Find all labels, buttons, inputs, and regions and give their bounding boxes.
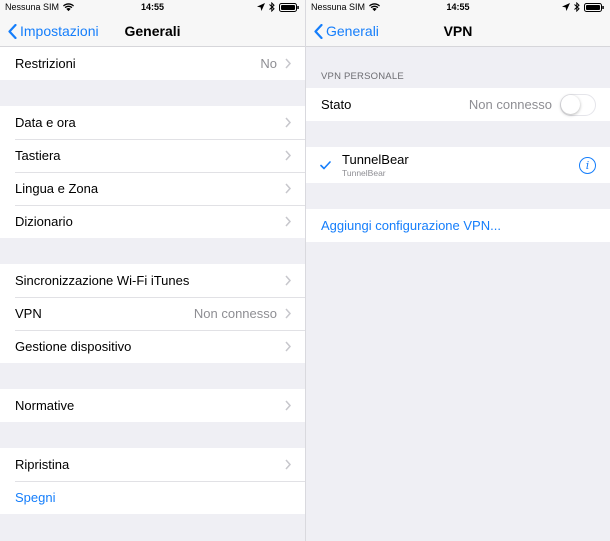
settings-group-restrictions: Restrizioni No	[0, 47, 305, 80]
row-label: Data e ora	[15, 115, 76, 130]
bluetooth-icon	[574, 2, 580, 12]
row-value: Non connesso	[468, 97, 552, 112]
chevron-right-icon	[285, 150, 291, 161]
row-label: Aggiungi configurazione VPN...	[321, 218, 501, 233]
vpn-settings-screen: Nessuna SIM 14:55 Generali VPN VPN PERSO…	[305, 0, 610, 541]
status-bar: Nessuna SIM 14:55	[0, 0, 305, 14]
chevron-right-icon	[285, 216, 291, 227]
row-label: Normative	[15, 398, 75, 413]
battery-icon	[279, 2, 299, 12]
location-icon	[562, 3, 570, 11]
vpn-config-group: TunnelBear TunnelBear i	[306, 147, 610, 183]
row-label: Dizionario	[15, 214, 73, 229]
add-vpn-configuration-link[interactable]: Aggiungi configurazione VPN...	[306, 209, 610, 242]
row-value: No	[260, 56, 277, 71]
add-vpn-group: Aggiungi configurazione VPN...	[306, 209, 610, 242]
row-label: Ripristina	[15, 457, 70, 472]
row-tastiera[interactable]: Tastiera	[0, 139, 305, 172]
status-bar: Nessuna SIM 14:55	[306, 0, 610, 14]
row-label: Restrizioni	[15, 56, 76, 71]
chevron-right-icon	[285, 58, 291, 69]
shutdown-button[interactable]: Spegni	[0, 481, 305, 514]
bluetooth-icon	[269, 2, 275, 12]
settings-group-connectivity: Sincronizzazione Wi-Fi iTunes VPN Non co…	[0, 264, 305, 363]
status-icons	[562, 2, 604, 12]
page-title: Generali	[124, 23, 181, 39]
info-icon[interactable]: i	[579, 156, 596, 174]
chevron-right-icon	[285, 341, 291, 352]
row-lingua-e-zona[interactable]: Lingua e Zona	[0, 172, 305, 205]
navigation-bar: Impostazioni Generali	[0, 14, 305, 47]
row-gestione-dispositivo[interactable]: Gestione dispositivo	[0, 330, 305, 363]
row-ripristina[interactable]: Ripristina	[0, 448, 305, 481]
section-header-vpn-personale: VPN PERSONALE	[321, 71, 404, 82]
row-label: Lingua e Zona	[15, 181, 99, 196]
row-value: Non connesso	[193, 306, 277, 321]
chevron-right-icon	[285, 275, 291, 286]
toggle-knob	[561, 94, 580, 114]
general-settings-screen: Nessuna SIM 14:55 Impostazioni Generali …	[0, 0, 305, 541]
chevron-right-icon	[285, 400, 291, 411]
navigation-bar: Generali VPN	[306, 14, 610, 47]
row-dizionario[interactable]: Dizionario	[0, 205, 305, 238]
row-data-e-ora[interactable]: Data e ora	[0, 106, 305, 139]
vpn-config-subtitle: TunnelBear	[342, 168, 386, 178]
row-restrizioni[interactable]: Restrizioni No	[0, 47, 305, 80]
vpn-status-group: Stato Non connesso	[306, 88, 610, 121]
chevron-right-icon	[285, 308, 291, 319]
row-vpn[interactable]: VPN Non connesso	[0, 297, 305, 330]
row-sincronizzazione-wifi-itunes[interactable]: Sincronizzazione Wi-Fi iTunes	[0, 264, 305, 297]
row-label: Stato	[321, 97, 352, 112]
row-label: Spegni	[15, 490, 56, 505]
page-title: VPN	[443, 23, 473, 39]
row-normative[interactable]: Normative	[0, 389, 305, 422]
chevron-right-icon	[285, 459, 291, 470]
settings-group-normative: Normative	[0, 389, 305, 422]
vpn-config-name: TunnelBear	[342, 152, 409, 167]
chevron-right-icon	[285, 117, 291, 128]
checkmark-icon	[320, 160, 332, 170]
settings-group-locale: Data e ora Tastiera Lingua e Zona Dizion…	[0, 106, 305, 238]
row-label: Sincronizzazione Wi-Fi iTunes	[15, 273, 190, 288]
row-label: Gestione dispositivo	[15, 339, 132, 354]
row-label: VPN	[15, 306, 42, 321]
chevron-right-icon	[285, 183, 291, 194]
battery-icon	[584, 2, 604, 12]
vpn-config-texts: TunnelBear TunnelBear	[342, 152, 579, 178]
location-icon	[257, 3, 265, 11]
vpn-config-tunnelbear[interactable]: TunnelBear TunnelBear i	[306, 147, 610, 183]
vpn-toggle[interactable]	[560, 93, 596, 116]
row-label: Tastiera	[15, 148, 61, 163]
row-stato: Stato Non connesso	[306, 88, 610, 121]
settings-group-reset: Ripristina Spegni	[0, 448, 305, 514]
status-icons	[257, 2, 299, 12]
